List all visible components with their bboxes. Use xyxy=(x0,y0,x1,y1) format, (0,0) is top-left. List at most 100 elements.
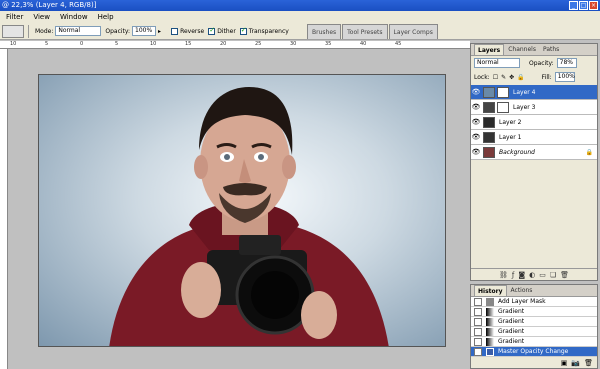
gradient-tool-icon[interactable] xyxy=(2,24,24,38)
transparency-checkbox[interactable] xyxy=(239,26,247,35)
palette-dock: Brushes Tool Presets Layer Comps xyxy=(307,24,438,39)
blend-row: Normal Opacity: 78% xyxy=(471,56,597,70)
eye-icon[interactable]: 👁 xyxy=(471,148,481,156)
ruler-label: 0 xyxy=(80,41,84,47)
lock-move-icon[interactable]: ✥ xyxy=(509,74,514,81)
portrait-photo xyxy=(109,87,389,346)
add-mask-icon[interactable]: ◙ xyxy=(518,271,525,279)
tab-layers[interactable]: Layers xyxy=(474,44,505,55)
tab-paths[interactable]: Paths xyxy=(540,44,562,55)
lock-all-icon[interactable]: 🔒 xyxy=(517,74,524,81)
layer-row-layer-4[interactable]: 👁 Layer 4 xyxy=(471,85,597,100)
ruler-label: 15 xyxy=(185,41,192,47)
gradient-icon xyxy=(486,317,494,326)
mode-select[interactable]: Normal xyxy=(55,26,102,36)
layer-row-layer-3[interactable]: 👁 Layer 3 xyxy=(471,100,597,115)
trash-icon[interactable]: 🗑 xyxy=(560,271,569,279)
opacity-input[interactable]: 100% xyxy=(132,26,157,36)
tab-history[interactable]: History xyxy=(474,285,507,296)
ruler-label: 5 xyxy=(115,41,119,47)
minimize-button[interactable]: _ xyxy=(569,1,578,10)
menu-bar: Filter View Window Help xyxy=(0,11,600,23)
history-item-label: Gradient xyxy=(498,328,525,335)
fill-label: Fill: xyxy=(541,73,552,81)
history-item-label: Gradient xyxy=(498,338,525,345)
gradient-icon xyxy=(486,307,494,316)
dock-tab-layer-comps[interactable]: Layer Comps xyxy=(388,24,438,39)
layer-name: Layer 2 xyxy=(499,118,522,126)
layer-name: Layer 1 xyxy=(499,133,522,141)
ruler-label: 30 xyxy=(290,41,297,47)
tab-actions[interactable]: Actions xyxy=(508,285,536,296)
history-footer: ▣ 📷 🗑 xyxy=(561,359,593,367)
new-layer-icon[interactable]: ❏ xyxy=(550,271,556,279)
blend-mode-select[interactable]: Normal xyxy=(474,58,520,68)
vertical-ruler xyxy=(0,49,8,369)
adjustment-layer-icon[interactable]: ◐ xyxy=(529,271,535,279)
link-icon[interactable]: ⛓ xyxy=(499,271,508,279)
ruler-label: 5 xyxy=(45,41,49,47)
dock-tab-brushes[interactable]: Brushes xyxy=(307,24,342,39)
reverse-checkbox[interactable] xyxy=(171,27,179,35)
eye-icon[interactable]: 👁 xyxy=(471,88,481,96)
history-source-box[interactable] xyxy=(474,317,482,326)
history-source-box[interactable] xyxy=(474,347,482,356)
history-item-label: Gradient xyxy=(498,308,525,315)
lock-transparency-icon[interactable]: ☐ xyxy=(493,74,498,81)
layer-row-layer-2[interactable]: 👁 Layer 2 xyxy=(471,115,597,130)
layer-thumbnail xyxy=(483,116,495,128)
close-button[interactable]: × xyxy=(589,1,598,10)
layer-style-icon[interactable]: ƒ xyxy=(512,271,514,279)
eye-icon[interactable]: 👁 xyxy=(471,118,481,126)
layer-row-layer-1[interactable]: 👁 Layer 1 xyxy=(471,130,597,145)
menu-help[interactable]: Help xyxy=(98,11,114,23)
menu-view[interactable]: View xyxy=(33,11,50,23)
ruler-label: 10 xyxy=(10,41,17,47)
history-item-label: Master Opacity Change xyxy=(498,348,569,355)
layers-panel: Layers Channels Paths Normal Opacity: 78… xyxy=(470,43,598,281)
history-item[interactable]: Gradient xyxy=(471,317,597,327)
history-source-box[interactable] xyxy=(474,307,482,316)
history-item[interactable]: Gradient xyxy=(471,337,597,347)
lock-brush-icon[interactable]: ✎ xyxy=(501,74,506,81)
layer-mask-icon xyxy=(486,297,494,306)
history-item[interactable]: Gradient xyxy=(471,327,597,337)
history-item[interactable]: Add Layer Mask xyxy=(471,297,597,307)
layer-thumbnail xyxy=(483,131,495,143)
layer-opacity-input[interactable]: 78% xyxy=(556,58,577,68)
ruler-label: 35 xyxy=(325,41,332,47)
layer-name: Layer 4 xyxy=(513,88,536,96)
history-source-box[interactable] xyxy=(474,337,482,346)
gradient-icon xyxy=(486,337,494,346)
history-source-box[interactable] xyxy=(474,327,482,336)
tab-channels[interactable]: Channels xyxy=(505,44,539,55)
menu-window[interactable]: Window xyxy=(60,11,88,23)
transparency-label: Transparency xyxy=(248,27,289,35)
history-source-box[interactable] xyxy=(474,297,482,306)
dither-checkbox[interactable] xyxy=(208,26,216,35)
maximize-button[interactable]: □ xyxy=(579,1,588,10)
layer-row-background[interactable]: 👁 Background 🔒 xyxy=(471,145,597,160)
menu-filter[interactable]: Filter xyxy=(6,11,23,23)
ruler-label: 40 xyxy=(360,41,367,47)
history-item-selected[interactable]: Master Opacity Change xyxy=(471,347,597,357)
gradient-icon xyxy=(486,327,494,336)
layers-list: 👁 Layer 4 👁 Layer 3 👁 Layer 2 👁 Layer 1 … xyxy=(471,85,597,160)
dock-tab-tool-presets[interactable]: Tool Presets xyxy=(342,24,388,39)
document-canvas[interactable] xyxy=(38,74,446,347)
chevron-right-icon[interactable]: ▸ xyxy=(158,28,161,35)
delete-icon[interactable]: 🗑 xyxy=(584,359,593,367)
eye-icon[interactable]: 👁 xyxy=(471,103,481,111)
ruler-label: 20 xyxy=(220,41,227,47)
history-panel-tabs: History Actions xyxy=(471,285,597,297)
snapshot-icon[interactable]: 📷 xyxy=(571,359,580,367)
window-title: @ 22,3% (Layer 4, RGB/8)] xyxy=(2,1,97,9)
eye-icon[interactable]: 👁 xyxy=(471,133,481,141)
ruler-label: 45 xyxy=(395,41,402,47)
dither-label: Dither xyxy=(217,27,236,35)
fill-input[interactable]: 100% xyxy=(554,72,575,82)
new-group-icon[interactable]: ▭ xyxy=(539,271,546,279)
layer-name: Background xyxy=(499,148,535,156)
history-item[interactable]: Gradient xyxy=(471,307,597,317)
new-document-icon[interactable]: ▣ xyxy=(561,359,568,367)
